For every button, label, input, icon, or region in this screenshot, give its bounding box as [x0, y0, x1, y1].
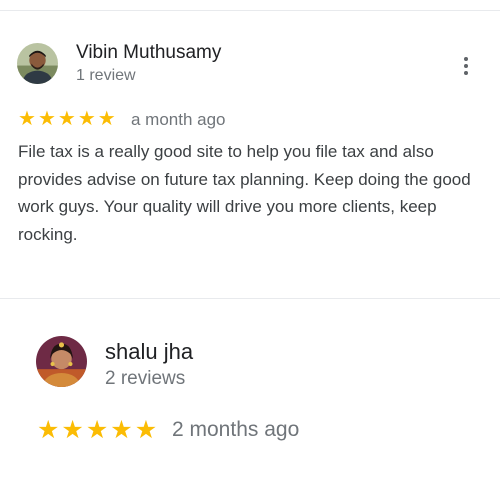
- review-divider: [0, 298, 500, 299]
- reviewer-avatar[interactable]: [17, 43, 58, 84]
- reviewer-name[interactable]: shalu jha: [105, 339, 193, 365]
- star-icon: ★: [85, 416, 109, 444]
- dot: [464, 64, 468, 68]
- star-icon: ★: [97, 108, 116, 130]
- review-time: 2 months ago: [172, 418, 300, 441]
- star-rating: ★ ★ ★ ★ ★: [37, 418, 157, 443]
- star-icon: ★: [18, 108, 36, 130]
- avatar-photo-icon: [17, 43, 58, 84]
- star-icon: ★: [37, 108, 56, 130]
- reviewer-avatar[interactable]: [36, 336, 87, 387]
- star-icon: ★: [61, 416, 84, 444]
- star-icon: ★: [57, 108, 76, 130]
- dot: [464, 57, 468, 61]
- review-count[interactable]: 1 review: [76, 67, 136, 85]
- review-count[interactable]: 2 reviews: [105, 368, 185, 390]
- review-time: a month ago: [131, 110, 226, 129]
- star-icon: ★: [134, 416, 158, 444]
- more-options-button[interactable]: [456, 54, 476, 78]
- star-icon: ★: [37, 416, 60, 444]
- top-divider: [0, 10, 500, 11]
- dot: [464, 71, 468, 75]
- reviewer-name[interactable]: Vibin Muthusamy: [76, 42, 221, 64]
- avatar-photo-icon: [36, 336, 87, 387]
- star-icon: ★: [77, 108, 96, 130]
- star-icon: ★: [110, 416, 133, 444]
- review-text: File tax is a really good site to help y…: [18, 142, 471, 244]
- star-rating: ★ ★ ★ ★ ★: [18, 109, 116, 129]
